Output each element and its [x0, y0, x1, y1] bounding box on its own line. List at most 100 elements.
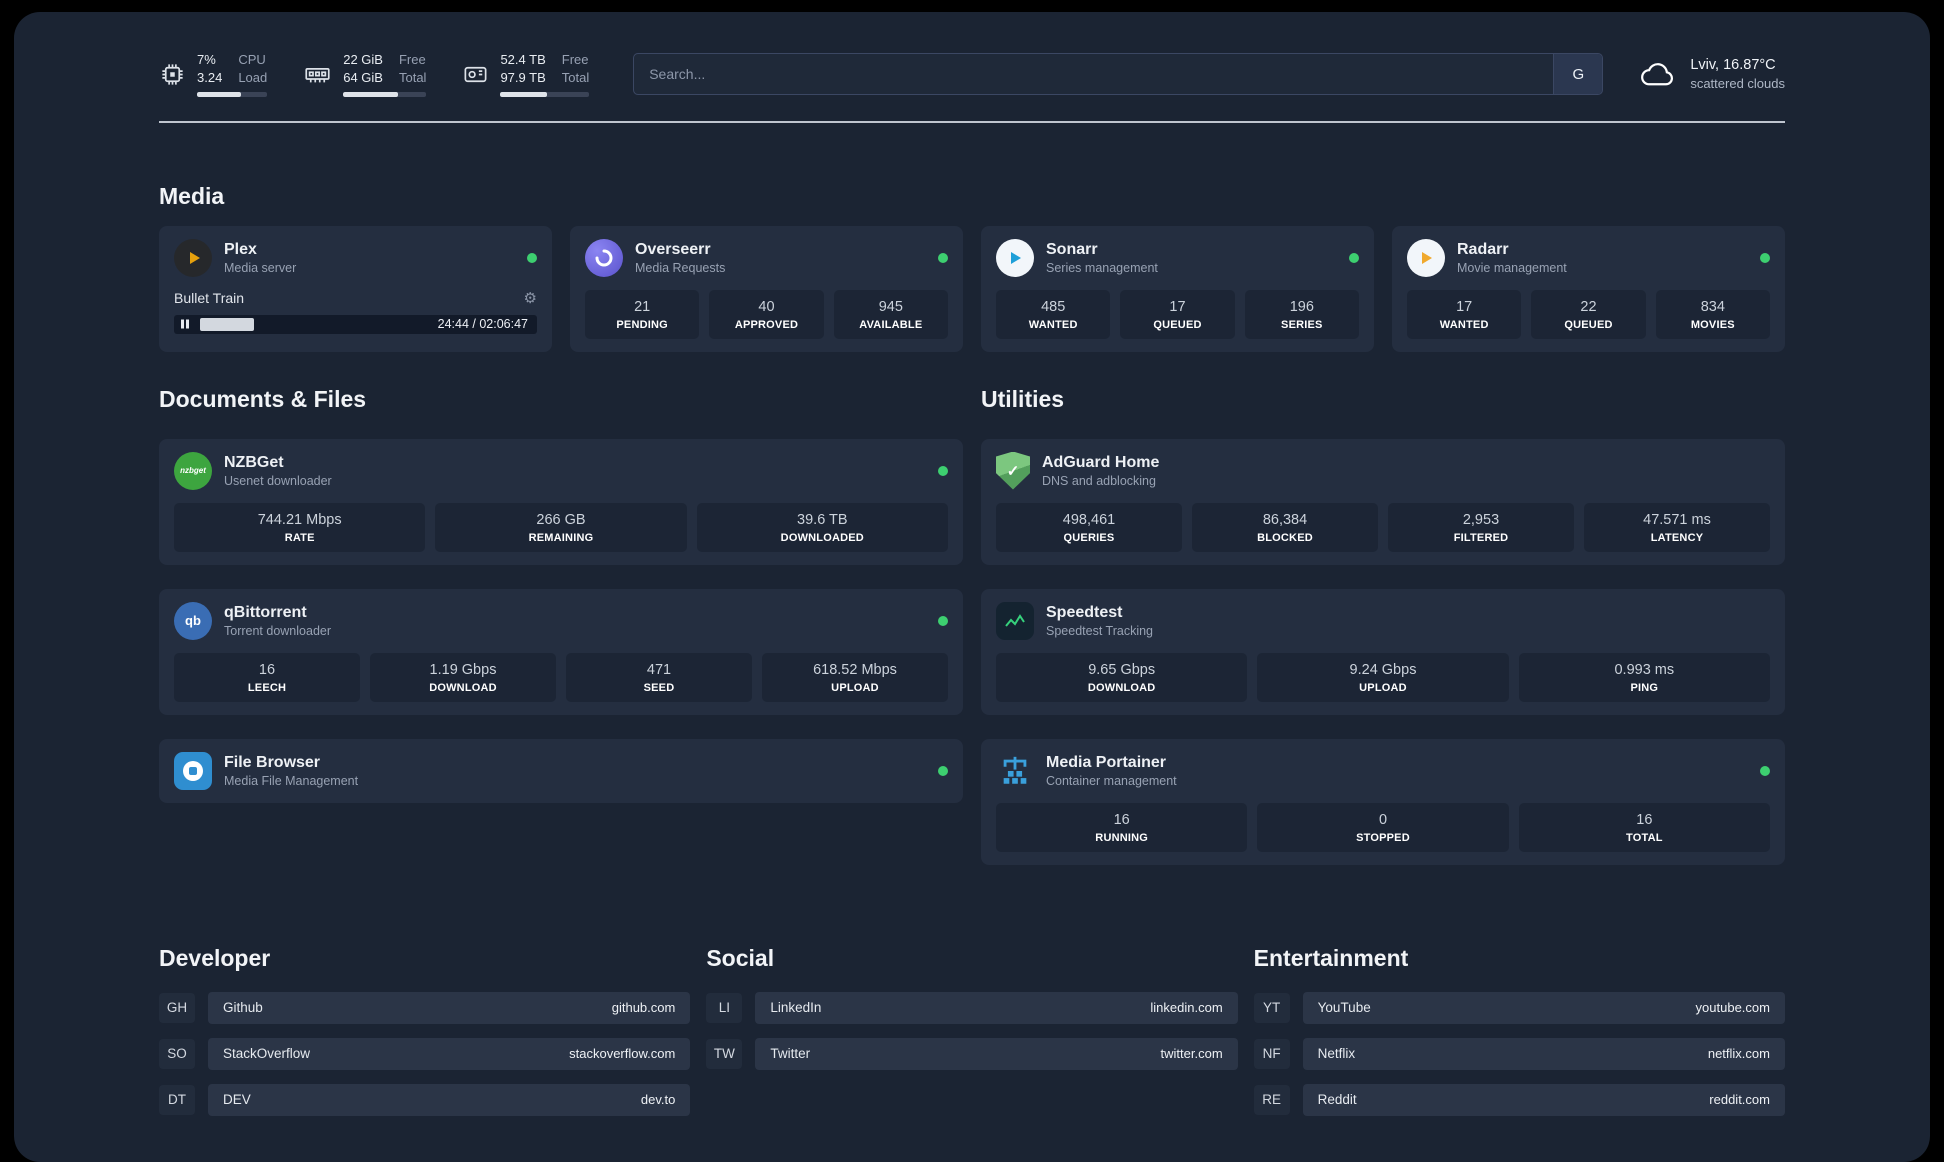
stat-value: 22 — [1580, 298, 1597, 315]
app-card-radarr[interactable]: Radarr Movie management 17 WANTED 22 QUE… — [1392, 225, 1785, 352]
stat-value: 471 — [646, 661, 672, 678]
plex-icon — [174, 238, 212, 277]
bookmark-abbr: RE — [1253, 1084, 1290, 1115]
stat-tile: 1.19 Gbps DOWNLOAD — [370, 652, 556, 702]
stat-tile: 9.65 Gbps DOWNLOAD — [996, 652, 1248, 702]
stat-value: 485 — [1041, 298, 1066, 315]
qbittorrent-icon-text: qb — [185, 613, 201, 628]
bookmark-link-dev[interactable]: DEV dev.to — [208, 1083, 691, 1116]
stat-label: SERIES — [1281, 318, 1323, 331]
bookmark-row-linkedin: LI LinkedIn linkedin.com — [706, 991, 1238, 1024]
app-card-sonarr[interactable]: Sonarr Series management 485 WANTED 17 Q… — [981, 225, 1374, 352]
app-card-qbittorrent[interactable]: qb qBittorrent Torrent downloader 16 LEE… — [159, 588, 963, 715]
stat-tile: 40 APPROVED — [709, 289, 824, 339]
now-playing-title: Bullet Train — [174, 289, 245, 306]
bookmark-link-twitter[interactable]: Twitter twitter.com — [755, 1037, 1238, 1070]
weather-condition: scattered clouds — [1690, 76, 1785, 92]
stat-tile: 618.52 Mbps UPLOAD — [762, 652, 948, 702]
section-documents: Documents & Files nzbget NZBGet Usenet d… — [159, 386, 963, 865]
dashboard: 7% 3.24 CPU Load 22 GiB 64 GiB Free Tota… — [14, 12, 1930, 1162]
disk-progress-bar — [500, 91, 590, 97]
app-name: Radarr — [1457, 240, 1509, 258]
stat-label: PING — [1630, 681, 1659, 694]
bookmark-url: twitter.com — [1160, 1046, 1223, 1061]
bookmark-link-youtube[interactable]: YouTube youtube.com — [1302, 991, 1785, 1024]
bookmark-link-linkedin[interactable]: LinkedIn linkedin.com — [755, 991, 1238, 1024]
disk-total-value: 97.9 TB — [500, 70, 546, 86]
weather-location: Lviv, 16.87°C — [1690, 57, 1776, 74]
stat-tile: 196 SERIES — [1244, 289, 1359, 339]
bookmark-name: Netflix — [1317, 1046, 1356, 1061]
stat-label: QUEUED — [1564, 318, 1613, 331]
stat-tile: 17 QUEUED — [1120, 289, 1235, 339]
stat-value: 0 — [1378, 811, 1388, 828]
app-subtitle: Container management — [1046, 773, 1177, 788]
bookmark-link-github[interactable]: Github github.com — [208, 991, 691, 1024]
seek-bar[interactable]: 24:44 / 02:06:47 — [174, 314, 537, 334]
cpu-widget: 7% 3.24 CPU Load — [159, 52, 268, 97]
cpu-progress-fill — [197, 91, 241, 97]
bookmark-link-netflix[interactable]: Netflix netflix.com — [1302, 1037, 1785, 1070]
cpu-icon — [162, 64, 183, 85]
memory-total-label: Total — [398, 70, 427, 86]
stat-tile: 498,461 QUERIES — [996, 502, 1182, 552]
app-name: AdGuard Home — [1042, 453, 1160, 471]
app-name: Speedtest — [1046, 603, 1123, 621]
disk-free-label: Free — [561, 52, 589, 67]
app-name: Media Portainer — [1046, 753, 1167, 771]
bookmark-abbr: NF — [1253, 1038, 1290, 1069]
social-section-title: Social — [706, 944, 775, 971]
bookmark-name: YouTube — [1317, 1000, 1371, 1015]
bookmark-url: netflix.com — [1707, 1046, 1770, 1061]
app-name: NZBGet — [224, 453, 284, 471]
app-subtitle: Media File Management — [224, 773, 359, 788]
gear-icon[interactable]: ⚙ — [524, 289, 537, 307]
bookmark-link-reddit[interactable]: Reddit reddit.com — [1302, 1083, 1785, 1116]
bookmark-url: reddit.com — [1709, 1092, 1770, 1107]
disk-widget: 52.4 TB 97.9 TB Free Total — [462, 52, 590, 97]
search-input[interactable] — [634, 54, 1554, 95]
speedtest-icon — [996, 601, 1034, 640]
app-card-adguard[interactable]: ✓ AdGuard Home DNS and adblocking 498,46… — [981, 438, 1785, 565]
adguard-check-glyph: ✓ — [1006, 462, 1020, 480]
bookmark-abbr: GH — [159, 992, 195, 1023]
bookmark-name: Reddit — [1317, 1092, 1357, 1107]
stat-value: 196 — [1289, 298, 1314, 315]
stat-value: 618.52 Mbps — [813, 661, 897, 678]
stat-label: MOVIES — [1690, 318, 1735, 331]
weather-widget: Lviv, 16.87°C scattered clouds — [1639, 57, 1785, 91]
stat-tile: 16 RUNNING — [996, 802, 1248, 852]
status-dot — [527, 252, 537, 263]
app-card-overseerr[interactable]: Overseerr Media Requests 21 PENDING 40 A… — [570, 225, 963, 352]
app-card-plex[interactable]: Plex Media server Bullet Train ⚙ 24:44 /… — [159, 225, 552, 352]
pause-icon[interactable] — [181, 319, 189, 329]
app-card-filebrowser[interactable]: File Browser Media File Management — [159, 738, 963, 803]
stat-value: 0.993 ms — [1614, 661, 1675, 678]
bookmark-link-stackoverflow[interactable]: StackOverflow stackoverflow.com — [208, 1037, 691, 1070]
stat-tile: 0 STOPPED — [1257, 802, 1509, 852]
entertainment-section-title: Entertainment — [1253, 944, 1409, 971]
disk-total-label: Total — [561, 70, 590, 86]
memory-free-label: Free — [398, 52, 426, 67]
cpu-load-label: Load — [238, 70, 268, 86]
stat-value: 1.19 Gbps — [429, 661, 497, 678]
app-card-nzbget[interactable]: nzbget NZBGet Usenet downloader 744.21 M… — [159, 438, 963, 565]
search-engine-button[interactable]: G — [1553, 54, 1603, 95]
stat-label: LEECH — [247, 681, 287, 694]
status-dot — [1760, 252, 1770, 263]
stat-value: 86,384 — [1262, 511, 1308, 528]
app-card-portainer[interactable]: Media Portainer Container management 16 … — [981, 738, 1785, 865]
stat-label: QUERIES — [1063, 531, 1115, 544]
stat-label: QUEUED — [1153, 318, 1202, 331]
status-dot — [938, 765, 948, 776]
documents-section-title: Documents & Files — [159, 385, 367, 412]
bookmark-name: Github — [223, 1000, 263, 1015]
stat-value: 17 — [1169, 298, 1186, 315]
stat-label: AVAILABLE — [859, 318, 923, 331]
stat-value: 744.21 Mbps — [257, 511, 342, 528]
stat-label: REMAINING — [528, 531, 594, 544]
stat-tile: 39.6 TB DOWNLOADED — [696, 502, 948, 552]
media-section-title: Media — [159, 182, 225, 209]
app-card-speedtest[interactable]: Speedtest Speedtest Tracking 9.65 Gbps D… — [981, 588, 1785, 715]
stat-label: DOWNLOAD — [429, 681, 497, 694]
